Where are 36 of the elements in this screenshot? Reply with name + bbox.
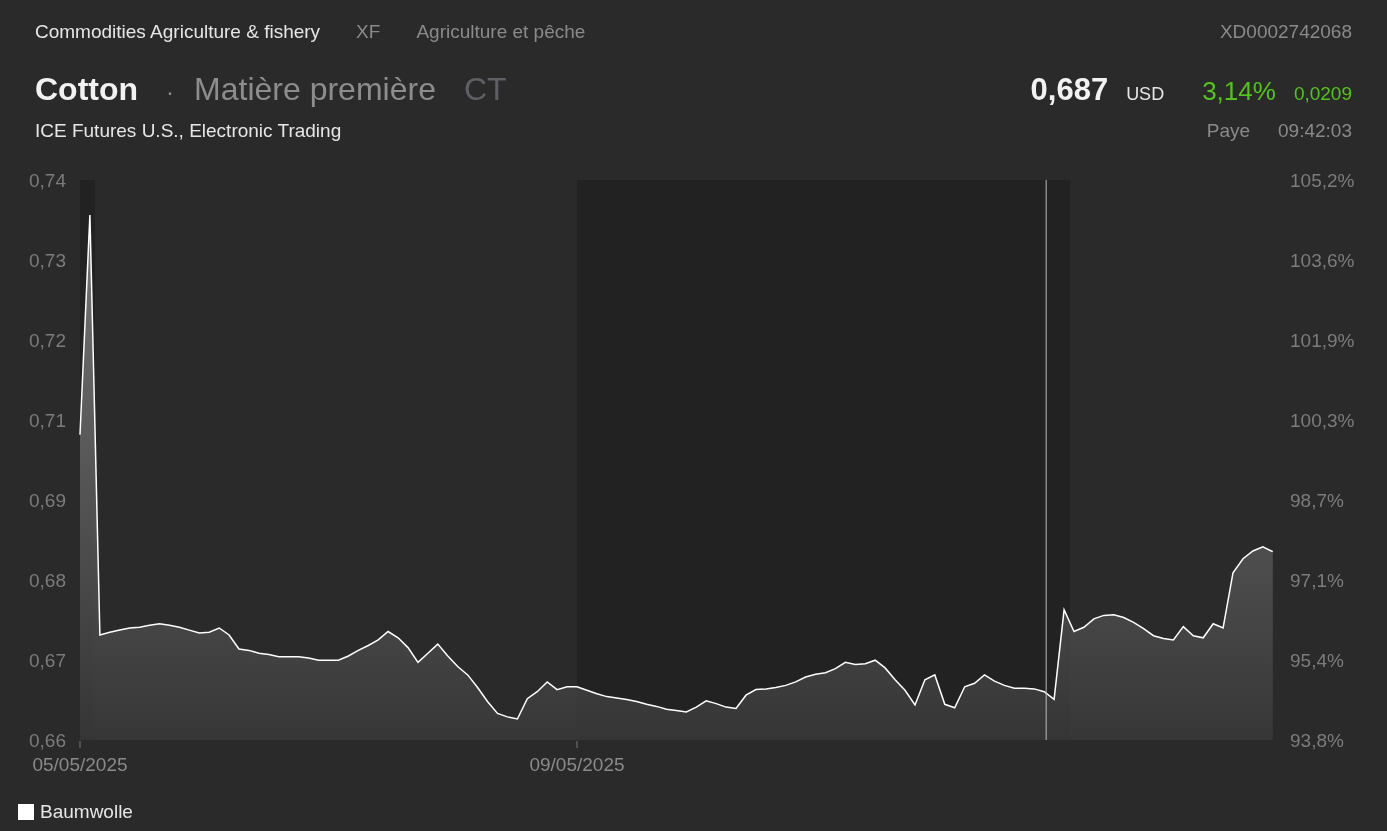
quote-time: 09:42:03: [1278, 119, 1352, 143]
isin-code: XD0002742068: [1219, 20, 1352, 44]
y-axis-label: 0,72: [29, 329, 66, 351]
ticker-symbol: CT: [463, 69, 507, 109]
percent-axis-label: 95,4%: [1290, 649, 1344, 671]
market-label: Paye: [1206, 119, 1251, 143]
price-value: 0,687: [1030, 70, 1109, 109]
currency-label: USD: [1126, 82, 1165, 106]
percent-axis-label: 93,8%: [1290, 729, 1344, 751]
separator-dot: ·: [166, 76, 175, 107]
category-label: Commodities Agriculture & fishery: [35, 20, 321, 44]
change-value: 0,0209: [1293, 81, 1352, 106]
x-axis-label: 09/05/2025: [529, 753, 625, 775]
y-axis-label: 0,68: [29, 569, 66, 591]
y-axis-label: 0,71: [29, 409, 66, 431]
percent-axis-label: 97,1%: [1290, 569, 1344, 591]
axis-tick: [576, 740, 578, 748]
y-axis-label: 0,74: [29, 169, 66, 191]
exchange-name: ICE Futures U.S., Electronic Trading: [35, 118, 343, 143]
legend-label: Baumwolle: [40, 799, 133, 824]
market-code: XF: [356, 20, 381, 44]
y-axis-label: 0,73: [29, 249, 66, 271]
instrument-type: Matière première: [194, 69, 436, 109]
percent-axis-label: 103,6%: [1290, 249, 1355, 271]
axis-tick: [79, 740, 81, 748]
category-local-label: Agriculture et pêche: [416, 20, 586, 44]
y-axis-label: 0,66: [29, 729, 66, 751]
percent-axis-label: 105,2%: [1290, 169, 1355, 191]
y-axis-label: 0,69: [29, 489, 66, 511]
percent-axis-label: 98,7%: [1290, 489, 1344, 511]
y-axis-label: 0,67: [29, 649, 66, 671]
change-percent: 3,14%: [1202, 74, 1276, 108]
instrument-name: Cotton: [35, 69, 139, 109]
percent-axis-label: 101,9%: [1290, 329, 1355, 351]
percent-axis-label: 100,3%: [1290, 409, 1355, 431]
x-axis-label: 05/05/2025: [32, 753, 128, 775]
